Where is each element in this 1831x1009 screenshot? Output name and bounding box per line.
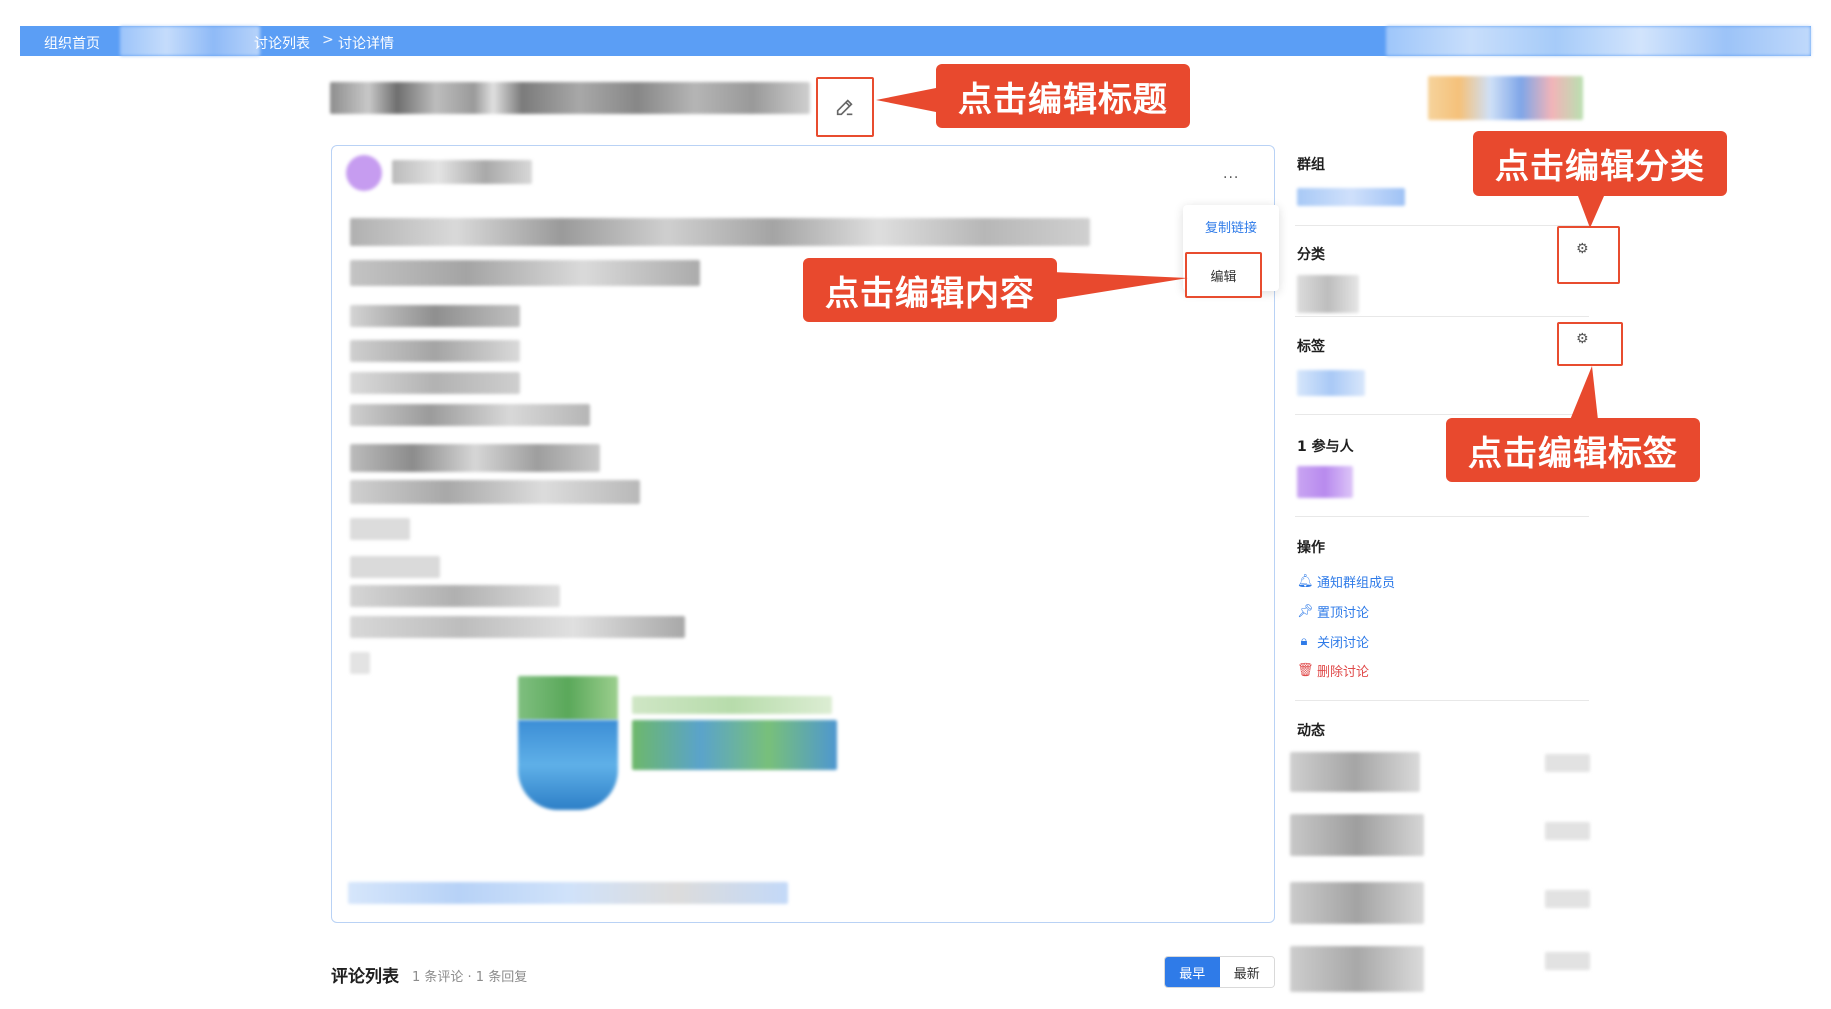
post-content-line (350, 652, 370, 674)
participants-label: 1 参与人 (1297, 439, 1354, 455)
more-options-button[interactable]: ... (1223, 166, 1239, 182)
post-image-logo-subtitle (632, 696, 832, 714)
category-label: 分类 (1297, 247, 1325, 263)
post-content-line (350, 305, 520, 327)
post-content-line (350, 480, 640, 504)
author-name (392, 160, 532, 184)
category-value (1297, 275, 1359, 313)
edit-title-button[interactable] (816, 77, 874, 137)
post-content-line (350, 340, 520, 362)
group-name[interactable] (1297, 188, 1405, 206)
post-content-line (350, 372, 520, 394)
arrow-edit-category (1578, 196, 1604, 228)
sort-earliest-button[interactable]: 最早 (1165, 957, 1220, 987)
activity-time (1545, 822, 1590, 840)
close-discussion-action[interactable]: 🔒︎ 关闭讨论 (1297, 632, 1369, 651)
post-image-logo-text (632, 720, 837, 770)
post-content-line (350, 260, 700, 286)
lock-icon: 🔒︎ (1300, 634, 1308, 649)
divider (1295, 225, 1589, 226)
close-discussion-label: 关闭讨论 (1317, 636, 1370, 651)
post-content-line (350, 616, 685, 638)
activity-time (1545, 890, 1590, 908)
arrow-edit-title (876, 88, 936, 112)
breadcrumb-separator: > (322, 32, 334, 48)
tags-label: 标签 (1297, 339, 1325, 355)
sort-latest-button[interactable]: 最新 (1219, 957, 1274, 987)
activity-item (1290, 814, 1424, 856)
pin-discussion-action[interactable]: 📌︎ 置顶讨论 (1297, 602, 1369, 621)
gear-icon: ⚙ (1576, 241, 1589, 257)
comment-sort-toggle: 最早 最新 (1164, 956, 1275, 988)
participant-avatar[interactable] (1297, 466, 1353, 498)
copy-link-menu-item[interactable]: 复制链接 (1183, 217, 1279, 236)
activity-item (1290, 946, 1424, 992)
breadcrumb-discussion-detail: 讨论详情 (338, 36, 394, 52)
divider (1295, 316, 1589, 317)
post-image-logo-top (518, 676, 618, 720)
post-content-line (350, 556, 440, 578)
callout-edit-category: 点击编辑分类 (1473, 131, 1727, 196)
author-avatar (346, 155, 382, 191)
delete-discussion-label: 删除讨论 (1317, 665, 1370, 680)
tag-value (1297, 370, 1365, 396)
edit-pencil-icon (836, 99, 853, 116)
post-content-line (350, 444, 600, 472)
notify-members-label: 通知群组成员 (1317, 576, 1396, 591)
pin-icon: 📌︎ (1297, 604, 1314, 619)
callout-edit-tags: 点击编辑标签 (1446, 418, 1700, 482)
edit-category-button[interactable]: ⚙ (1557, 226, 1620, 284)
breadcrumb-discussion-list[interactable]: 讨论列表 (254, 33, 310, 53)
comments-count: 1 条评论 · 1 条回复 (412, 970, 528, 985)
pin-discussion-label: 置顶讨论 (1317, 606, 1370, 621)
discussion-title[interactable] (330, 82, 810, 114)
group-label: 群组 (1297, 157, 1325, 173)
divider (1295, 414, 1589, 415)
notify-members-action[interactable]: 🔔︎ 通知群组成员 (1297, 572, 1395, 591)
callout-edit-title: 点击编辑标题 (936, 64, 1190, 128)
edit-content-menu-item[interactable]: 编辑 (1185, 252, 1262, 298)
post-content-line (350, 518, 410, 540)
post-image-logo-shield (518, 720, 618, 810)
trash-icon: 🗑︎ (1297, 663, 1314, 678)
arrow-edit-tags (1570, 366, 1598, 420)
activity-time (1545, 952, 1590, 970)
top-nav-bar: 组织首页 讨论列表 > 讨论详情 (20, 26, 1811, 56)
post-attachment-link[interactable] (348, 882, 788, 904)
activity-label: 动态 (1297, 723, 1325, 739)
activity-item (1290, 882, 1424, 924)
edit-tags-button[interactable]: ⚙ (1557, 322, 1623, 366)
divider (1295, 700, 1589, 701)
activity-time (1545, 754, 1590, 772)
delete-discussion-action[interactable]: 🗑︎ 删除讨论 (1297, 661, 1369, 680)
callout-edit-content: 点击编辑内容 (803, 258, 1057, 322)
post-content-line (350, 404, 590, 426)
blurred-org-name (120, 26, 260, 56)
divider (1295, 516, 1589, 517)
blurred-user-area (1386, 26, 1811, 56)
post-content-line (350, 218, 1090, 246)
gear-icon: ⚙ (1576, 331, 1589, 347)
blurred-participant-avatars (1428, 76, 1583, 120)
breadcrumb-home[interactable]: 组织首页 (44, 33, 100, 53)
bell-icon: 🔔︎ (1297, 574, 1314, 589)
activity-item (1290, 752, 1420, 792)
post-content-line (350, 585, 560, 607)
comments-title: 评论列表 (331, 967, 399, 987)
actions-label: 操作 (1297, 540, 1325, 556)
